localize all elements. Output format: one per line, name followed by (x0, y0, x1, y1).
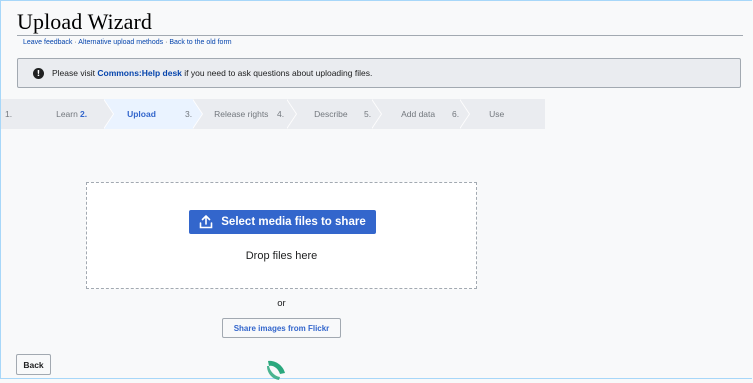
step-number: 4. (277, 109, 285, 119)
notice-suffix: if you need to ask questions about uploa… (181, 68, 373, 78)
help-notice: ! Please visit Commons:Help desk if you … (17, 58, 741, 88)
back-to-old-form-link[interactable]: Back to the old form (169, 39, 231, 46)
step-arrow (192, 99, 202, 129)
notice-prefix: Please visit (52, 68, 98, 78)
back-button[interactable]: Back (16, 354, 51, 375)
info-icon: ! (33, 67, 44, 79)
step-label: Use (489, 109, 505, 119)
select-media-files-label: Select media files to share (221, 216, 366, 228)
step-arrow (371, 99, 381, 129)
step-label: Add data (401, 109, 436, 119)
alternative-upload-methods-link[interactable]: Alternative upload methods (78, 39, 163, 46)
file-dropzone[interactable]: Select media files to share Drop files h… (86, 182, 477, 289)
step-add-data: 5. Add data (364, 99, 460, 129)
or-separator: or (277, 298, 286, 309)
loading-spinner-icon (267, 360, 285, 380)
title-divider (17, 35, 743, 36)
leave-feedback-link[interactable]: Leave feedback (23, 39, 72, 46)
step-use: 6. Use (452, 99, 545, 129)
help-desk-link[interactable]: Commons:Help desk (97, 68, 182, 78)
step-label: Learn (56, 109, 78, 119)
wizard-steps: 1. Learn 2. Upload 3. Release rights 4. … (1, 99, 545, 129)
step-upload: 2. Upload (80, 99, 193, 129)
step-label: Release rights (214, 109, 269, 119)
step-release-rights: 3. Release rights (185, 99, 287, 129)
step-arrow (286, 99, 296, 129)
upload-wizard-page: Upload Wizard Leave feedback · Alternati… (0, 0, 752, 380)
step-arrow (459, 99, 469, 129)
step-number: 2. (80, 109, 88, 119)
step-label: Upload (127, 109, 156, 119)
upload-icon (199, 215, 213, 229)
share-from-flickr-button[interactable]: Share images from Flickr (222, 318, 341, 338)
select-media-files-button[interactable]: Select media files to share (189, 210, 376, 234)
page-title: Upload Wizard (17, 9, 153, 34)
step-number: 1. (5, 109, 13, 119)
header-links: Leave feedback · Alternative upload meth… (23, 39, 232, 46)
drop-files-text: Drop files here (245, 250, 318, 262)
step-learn: 1. Learn (1, 99, 104, 129)
step-label: Describe (314, 109, 348, 119)
step-describe: 4. Describe (277, 99, 372, 129)
step-arrow (103, 99, 113, 129)
